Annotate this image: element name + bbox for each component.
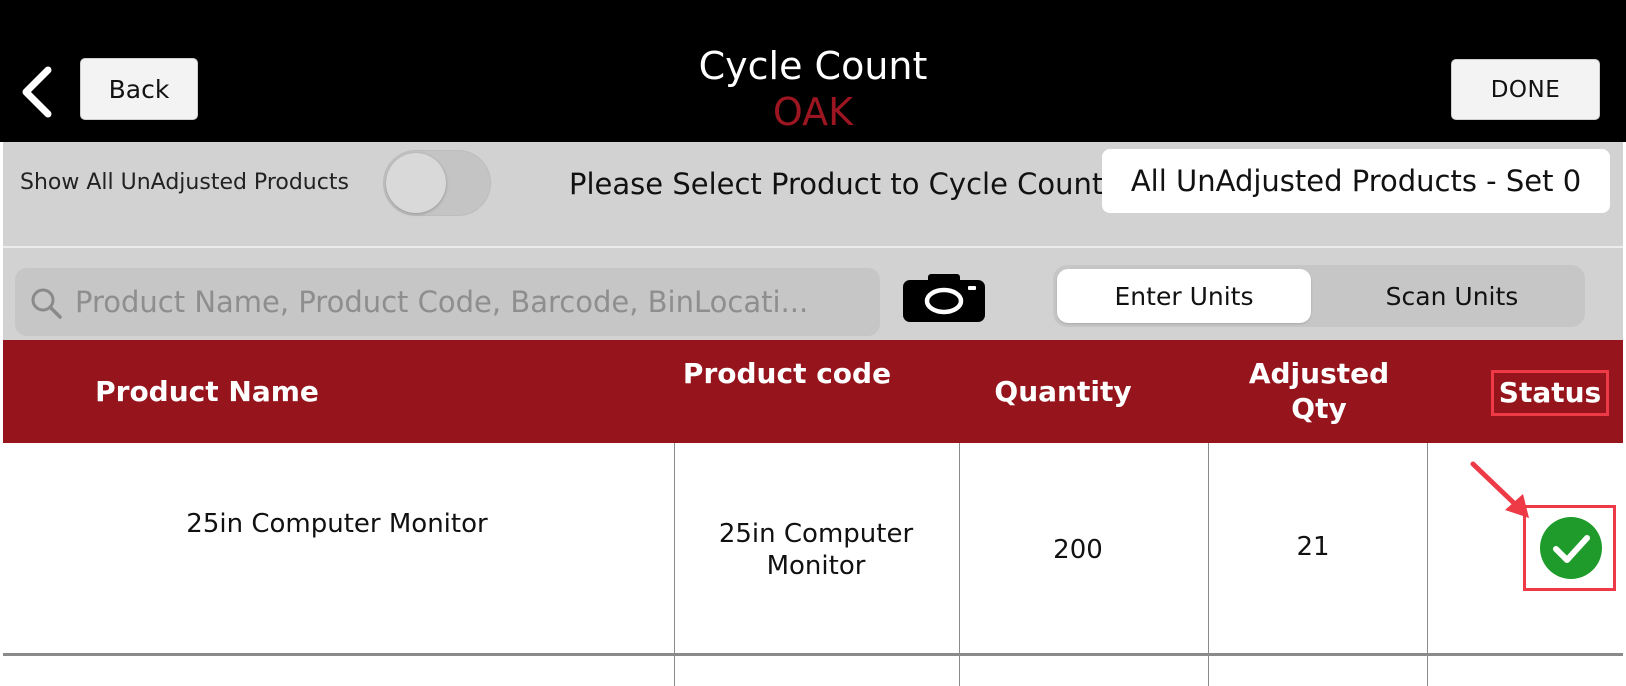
search-icon xyxy=(31,288,62,319)
search-input[interactable] xyxy=(75,268,865,336)
column-divider xyxy=(1208,443,1209,686)
table-header: Product Name Product code Quantity Adjus… xyxy=(3,340,1623,443)
navigation-bar: Back Cycle Count OAK DONE xyxy=(0,0,1626,142)
cell-adjusted-qty: 21 xyxy=(1296,532,1330,562)
filter-bar: Show All UnAdjusted Products Please Sele… xyxy=(3,142,1623,246)
unit-mode-selector: Enter Units Scan Units xyxy=(1053,265,1585,327)
cell-product-name[interactable]: 25in Computer Monitor xyxy=(63,508,611,540)
scan-units-tab[interactable]: Scan Units xyxy=(1323,269,1581,323)
location-subtitle: OAK xyxy=(772,90,854,134)
product-table: 25in Computer Monitor 25in Computer Moni… xyxy=(3,443,1623,686)
row-divider xyxy=(3,653,1623,656)
header-adjusted-qty: Adjusted Qty xyxy=(1248,357,1390,425)
enter-units-tab[interactable]: Enter Units xyxy=(1057,269,1311,323)
camera-icon[interactable] xyxy=(902,274,986,322)
column-divider xyxy=(959,443,960,686)
toggle-knob xyxy=(386,153,446,213)
header-product-code: Product code xyxy=(682,357,892,390)
done-button[interactable]: DONE xyxy=(1451,59,1600,120)
column-divider xyxy=(1427,443,1428,686)
cell-product-code: 25in Computer Monitor xyxy=(718,519,914,581)
frame-edge xyxy=(0,142,3,686)
header-product-name: Product Name xyxy=(95,375,319,408)
column-divider xyxy=(674,443,675,686)
checkmark-icon[interactable] xyxy=(1540,517,1602,579)
page-title: Cycle Count xyxy=(698,44,928,88)
product-set-dropdown[interactable]: All UnAdjusted Products - Set 0 xyxy=(1102,149,1610,213)
header-quantity: Quantity xyxy=(994,375,1132,408)
cell-quantity: 200 xyxy=(1053,535,1103,565)
select-product-prompt: Please Select Product to Cycle Count xyxy=(569,167,1104,201)
search-box xyxy=(15,268,880,336)
header-status: Status xyxy=(1491,370,1609,416)
annotation-arrow-icon xyxy=(1470,461,1529,518)
show-unadjusted-toggle[interactable] xyxy=(383,150,491,216)
search-row: Enter Units Scan Units xyxy=(3,248,1623,340)
show-unadjusted-label: Show All UnAdjusted Products xyxy=(20,170,349,195)
